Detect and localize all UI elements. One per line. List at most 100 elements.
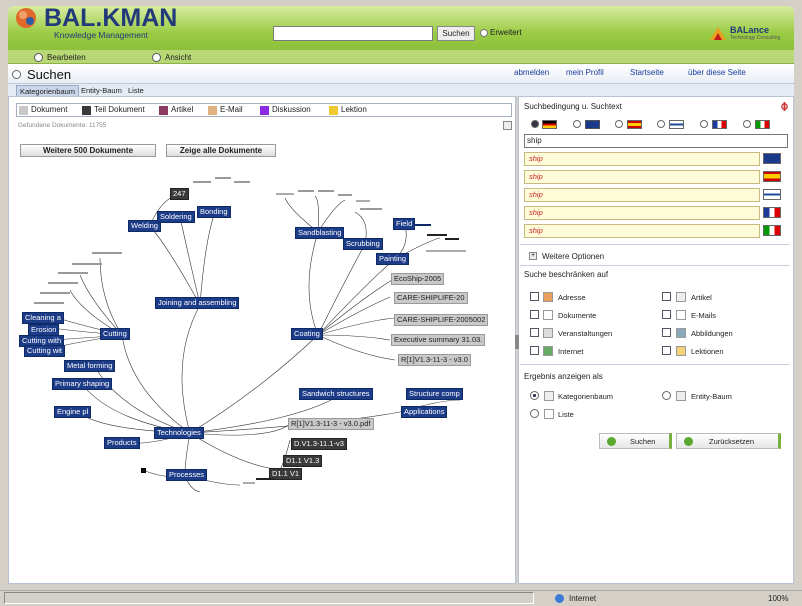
tree-node-doc-n[interactable] [40, 292, 70, 294]
advanced-search-radio[interactable] [480, 29, 488, 37]
tree-node-field[interactable]: Field [393, 218, 416, 230]
tree-node-doc-o[interactable] [34, 302, 64, 304]
more-documents-button[interactable]: Weitere 500 Dokumente [20, 144, 156, 157]
advanced-search-label[interactable]: Erweitert [490, 28, 522, 37]
mode-view-radio[interactable] [152, 53, 161, 62]
tree-node-part-1[interactable] [427, 234, 447, 236]
tree-node-small-2[interactable] [426, 250, 466, 252]
tree-node-scrubbing[interactable]: Scrubbing [343, 238, 383, 250]
tree-node-black-marker[interactable] [141, 468, 146, 473]
tree-node-doc-l[interactable] [58, 272, 88, 274]
tree-node-sandblasting[interactable]: Sandblasting [295, 227, 345, 239]
search-submit-label[interactable]: Suchen [630, 437, 655, 446]
tree-node-metal-forming[interactable]: Metal forming [64, 360, 116, 372]
filter-address-checkbox[interactable] [530, 292, 539, 301]
filter-internet-checkbox[interactable] [530, 346, 539, 355]
tree-node-sandwich[interactable]: Sandwich structures [299, 388, 373, 400]
tree-node-exec-summary[interactable]: Executive summary 31.03. [391, 334, 486, 346]
tree-node-soldering[interactable]: Soldering [157, 211, 195, 223]
tree-node-doc-f[interactable] [318, 190, 334, 192]
more-options-label[interactable]: Weitere Optionen [542, 252, 604, 261]
tab-entity-tree[interactable]: Entity-Baum [78, 85, 125, 96]
show-all-button[interactable]: Zeige alle Dokumente [166, 144, 276, 157]
tree-node-doc-i[interactable] [360, 208, 382, 210]
filter-images-checkbox[interactable] [662, 328, 671, 337]
tree-node-ecoship[interactable]: EcoShip-2005 [391, 273, 445, 285]
language-es-radio[interactable] [615, 120, 623, 128]
mode-edit-label[interactable]: Bearbeiten [47, 53, 86, 62]
profile-link[interactable]: mein Profil [566, 68, 604, 77]
tree-node-painting[interactable]: Painting [376, 253, 410, 265]
tab-category-tree[interactable]: Kategorienbaum [16, 85, 80, 96]
logout-link[interactable]: abmelden [514, 68, 549, 77]
tree-node-bonding[interactable]: Bonding [197, 206, 231, 218]
tree-node-joining[interactable]: Joining and assembling [155, 297, 240, 309]
filter-article-checkbox[interactable] [662, 292, 671, 301]
tree-node-processes[interactable]: Processes [166, 469, 208, 481]
tree-node-applications[interactable]: Applications [401, 406, 448, 418]
tree-node-cutting[interactable]: Cutting [100, 328, 130, 340]
translation-fi-field[interactable]: ship [524, 188, 760, 202]
tree-node-products[interactable]: Products [104, 437, 140, 449]
reset-label[interactable]: Zurücksetzen [709, 437, 754, 446]
filter-events-checkbox[interactable] [530, 328, 539, 337]
tree-node-doc-g[interactable] [338, 194, 352, 196]
tree-node-doc-a[interactable] [193, 181, 211, 183]
tree-node-d1[interactable]: D.V1.3-11.1-v3 [291, 438, 347, 450]
display-category-radio[interactable] [530, 391, 539, 400]
tree-node-coating[interactable]: Coating [291, 328, 323, 340]
tree-node-doc-c[interactable] [234, 181, 250, 183]
search-input[interactable] [273, 26, 433, 41]
tree-node-doc-b[interactable] [215, 177, 231, 179]
tree-node-cutting-wit[interactable]: Cutting wit [24, 345, 66, 357]
expand-icon[interactable] [503, 121, 512, 130]
tree-node-doc-d[interactable] [276, 193, 294, 195]
language-it-radio[interactable] [743, 120, 751, 128]
page-radio[interactable] [12, 70, 21, 79]
tree-node-part-3[interactable] [256, 478, 274, 480]
tree-node-doc-h[interactable] [356, 200, 370, 202]
tree-node-small-1[interactable] [415, 224, 431, 226]
display-list-radio[interactable] [530, 409, 539, 418]
tree-node-247[interactable]: 247 [170, 188, 189, 200]
tree-node-r1[interactable]: R[1]V1.3-11-3 - v3.0 [398, 354, 471, 366]
filter-email-checkbox[interactable] [662, 310, 671, 319]
language-en-radio[interactable] [573, 120, 581, 128]
language-fi-radio[interactable] [657, 120, 665, 128]
tree-node-technologies[interactable]: Technologies [154, 427, 204, 439]
settings-icon[interactable] [780, 102, 789, 111]
language-de-radio[interactable] [531, 120, 539, 128]
tree-node-cleaning[interactable]: Cleaning a [22, 312, 64, 324]
translation-es-field[interactable]: ship [524, 170, 760, 184]
tree-node-structure[interactable]: Structure comp [406, 388, 463, 400]
tree-node-care2[interactable]: CARE-SHIPLIFE-2005002 [394, 314, 489, 326]
tree-node-r2[interactable]: R[1]V1.3-11-3 - v3.0.pdf [288, 418, 374, 430]
translation-fr-field[interactable]: ship [524, 206, 760, 220]
tree-node-d2[interactable]: D1.1 V1.3 [283, 455, 323, 467]
tree-node-doc-k[interactable] [72, 263, 102, 265]
display-entity-radio[interactable] [662, 391, 671, 400]
filter-lessons-checkbox[interactable] [662, 346, 671, 355]
mode-edit-radio[interactable] [34, 53, 43, 62]
about-link[interactable]: über diese Seite [688, 68, 746, 77]
tree-node-primary-shaping[interactable]: Primary shaping [52, 378, 113, 390]
tree-node-engine[interactable]: Engine pl [54, 406, 92, 418]
tree-node-doc-j[interactable] [92, 252, 122, 254]
tree-node-doc-m[interactable] [48, 282, 78, 284]
language-fr-radio[interactable] [700, 120, 708, 128]
expand-options-icon[interactable]: + [529, 252, 537, 260]
panel-resize-handle[interactable] [515, 335, 519, 349]
home-link[interactable]: Startseite [630, 68, 664, 77]
tree-node-care1[interactable]: CARE-SHIPLIFE-20 [394, 292, 468, 304]
zoom-label[interactable]: 100% [768, 594, 788, 603]
mode-view-label[interactable]: Ansicht [165, 53, 191, 62]
translation-it-field[interactable]: ship [524, 224, 760, 238]
filter-documents-checkbox[interactable] [530, 310, 539, 319]
translation-en-field[interactable]: ship [524, 152, 760, 166]
tree-node-part-2[interactable] [445, 238, 459, 240]
tab-list[interactable]: Liste [125, 85, 147, 96]
search-button[interactable]: Suchen [437, 26, 475, 41]
query-input[interactable]: ship [524, 134, 788, 148]
tree-node-doc-e[interactable] [298, 190, 314, 192]
tree-node-small-3[interactable] [243, 482, 255, 484]
